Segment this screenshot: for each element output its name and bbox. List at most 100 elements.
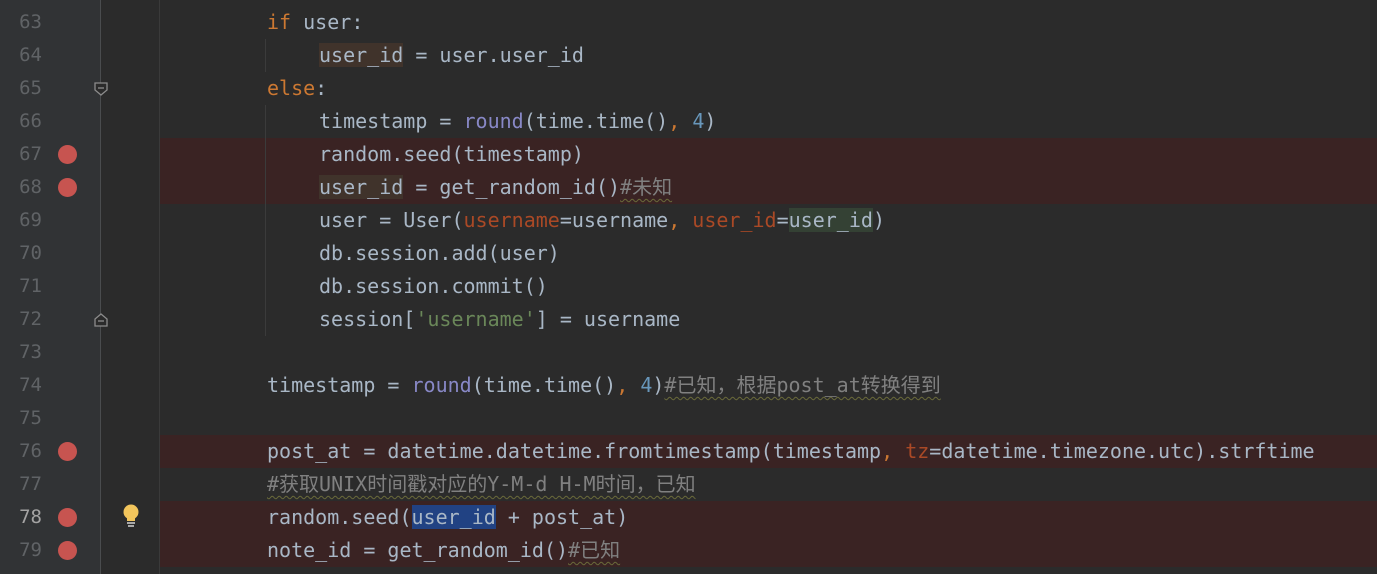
line-number[interactable]: 67: [0, 138, 42, 171]
code-line[interactable]: 66 timestamp = round(time.time(), 4): [0, 105, 1377, 138]
code-line[interactable]: 65 else:: [0, 72, 1377, 105]
code-token: :: [351, 10, 364, 34]
indent-guide: [265, 237, 266, 270]
code-line[interactable]: 63 if user:: [0, 6, 1377, 39]
code-token: 'username': [415, 307, 536, 331]
code-token: #已知: [568, 538, 621, 562]
code-text[interactable]: else:: [267, 72, 327, 105]
code-line[interactable]: 68 user_id = get_random_id()#未知: [0, 171, 1377, 204]
line-number[interactable]: 71: [0, 270, 42, 303]
code-line[interactable]: 75: [0, 402, 1377, 435]
code-line-background: [101, 138, 1377, 171]
code-token: #未知: [620, 175, 673, 199]
line-number[interactable]: 70: [0, 237, 42, 270]
code-line[interactable]: 67 random.seed(timestamp): [0, 138, 1377, 171]
line-number[interactable]: 66: [0, 105, 42, 138]
line-number[interactable]: 69: [0, 204, 42, 237]
code-text[interactable]: user = User(username=username, user_id=u…: [319, 204, 885, 237]
code-text[interactable]: session['username'] = username: [319, 303, 680, 336]
code-text[interactable]: note_id = get_random_id()#已知: [267, 534, 620, 567]
code-token: db.session.commit(): [319, 274, 548, 298]
code-token: ,: [616, 373, 629, 397]
line-number[interactable]: 63: [0, 6, 42, 39]
code-line-background: [101, 237, 1377, 270]
code-text[interactable]: db.session.add(user): [319, 237, 560, 270]
code-token: random.seed(timestamp): [319, 142, 584, 166]
code-text[interactable]: timestamp = round(time.time(), 4): [319, 105, 716, 138]
code-token: #已知，根据post_at转换得到: [664, 373, 941, 397]
code-token: ,: [668, 208, 681, 232]
line-number[interactable]: 78: [0, 501, 42, 534]
code-text[interactable]: user_id = user.user_id: [319, 39, 584, 72]
line-number[interactable]: 64: [0, 39, 42, 72]
code-line-background: [101, 336, 1377, 369]
line-number[interactable]: 74: [0, 369, 42, 402]
code-text[interactable]: user_id = get_random_id()#未知: [319, 171, 672, 204]
code-text[interactable]: timestamp = round(time.time(), 4)#已知，根据p…: [267, 369, 941, 402]
code-line[interactable]: 69 user = User(username=username, user_id…: [0, 204, 1377, 237]
code-text[interactable]: db.session.commit(): [319, 270, 548, 303]
code-line-background: [101, 105, 1377, 138]
code-text[interactable]: #获取UNIX时间戳对应的Y-M-d H-M时间，已知: [267, 468, 696, 501]
code-editor[interactable]: 63 if user: 64 user_id = user.user_id 65 else…: [0, 0, 1377, 574]
indent-guide: [265, 270, 266, 303]
line-number[interactable]: 77: [0, 468, 42, 501]
code-token: 4: [692, 109, 705, 133]
code-line[interactable]: 77 #获取UNIX时间戳对应的Y-M-d H-M时间，已知: [0, 468, 1377, 501]
line-number[interactable]: 76: [0, 435, 42, 468]
code-token: ): [704, 109, 717, 133]
line-number[interactable]: 75: [0, 402, 42, 435]
code-token: note_id = get_random_id(): [267, 538, 569, 562]
code-token: + post_at): [495, 505, 629, 529]
code-token: user: [303, 10, 352, 34]
code-token: #获取UNIX时间戳对应的Y-M-d H-M时间，已知: [267, 472, 696, 496]
code-line[interactable]: 73: [0, 336, 1377, 369]
code-text[interactable]: if user:: [267, 6, 363, 39]
line-number[interactable]: 79: [0, 534, 42, 567]
line-number[interactable]: 68: [0, 171, 42, 204]
fold-start-icon[interactable]: [93, 81, 109, 97]
code-line[interactable]: 79 note_id = get_random_id()#已知: [0, 534, 1377, 567]
code-text[interactable]: post_at = datetime.datetime.fromtimestam…: [267, 435, 1315, 468]
code-token: (time.time(): [471, 373, 617, 397]
code-line-background: [101, 402, 1377, 435]
code-token: =username: [559, 208, 669, 232]
fold-gutter[interactable]: [101, 0, 159, 574]
code-token: username: [463, 208, 560, 232]
code-line[interactable]: 78 random.seed(user_id + post_at): [0, 501, 1377, 534]
code-line[interactable]: 71 db.session.commit(): [0, 270, 1377, 303]
lightbulb-icon[interactable]: [121, 503, 141, 531]
code-token: user_id: [788, 208, 873, 232]
indent-guide: [265, 105, 266, 138]
line-number[interactable]: 73: [0, 336, 42, 369]
code-token: user_id: [411, 505, 496, 529]
code-token: ] = username: [535, 307, 681, 331]
fold-end-icon[interactable]: [93, 312, 109, 328]
code-line[interactable]: 74 timestamp = round(time.time(), 4)#已知，根…: [0, 369, 1377, 402]
code-text[interactable]: random.seed(user_id + post_at): [267, 501, 628, 534]
code-line-background: [101, 303, 1377, 336]
breakpoint-icon[interactable]: [58, 442, 77, 461]
code-line[interactable]: 72 session['username'] = username: [0, 303, 1377, 336]
code-line[interactable]: 70 db.session.add(user): [0, 237, 1377, 270]
code-token: user_id: [319, 43, 404, 67]
code-text[interactable]: random.seed(timestamp): [319, 138, 584, 171]
line-number[interactable]: 72: [0, 303, 42, 336]
breakpoint-icon[interactable]: [58, 178, 77, 197]
breakpoint-icon[interactable]: [58, 145, 77, 164]
indent-guide: [265, 303, 266, 336]
gutter-separator: [159, 0, 160, 574]
code-line[interactable]: 76 post_at = datetime.datetime.fromtimest…: [0, 435, 1377, 468]
code-token: user_id: [319, 175, 404, 199]
breakpoint-icon[interactable]: [58, 508, 77, 527]
line-number[interactable]: 65: [0, 72, 42, 105]
breakpoint-icon[interactable]: [58, 541, 77, 560]
code-line[interactable]: 64 user_id = user.user_id: [0, 39, 1377, 72]
code-token: (time.time(): [523, 109, 669, 133]
code-token: =: [776, 208, 789, 232]
